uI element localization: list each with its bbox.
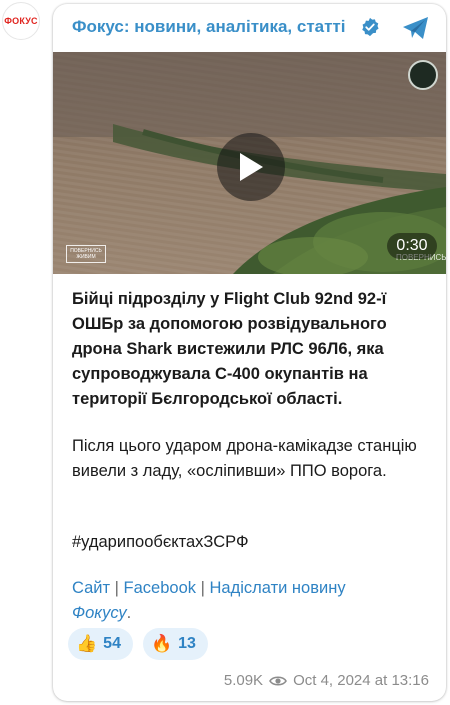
message-bold-text: Бійці підрозділу у Flight Club 92nd 92-ї… [72,290,387,408]
link-separator: | [114,579,119,597]
message-footer: 5.09K Oct 4, 2024 at 13:16 [224,672,429,689]
facebook-link[interactable]: Facebook [124,579,196,597]
channel-avatar[interactable]: ФОКУС [2,2,40,40]
send-news-link[interactable]: Надіслати новину [210,579,346,597]
message-header: Фокус: новини, аналітика, статті [53,4,446,50]
view-count: 5.09K [223,672,264,689]
post-date: Oct 4, 2024 at 13:16 [293,672,429,689]
reactions-bar: 👍 54 🔥 13 [68,628,208,660]
site-link[interactable]: Сайт [72,579,110,597]
play-icon [240,153,263,181]
link-period: . [126,604,132,622]
channel-title[interactable]: Фокус: новини, аналітика, статті [72,17,346,37]
thumbs-up-icon: 👍 [76,634,98,653]
fire-icon: 🔥 [150,634,173,653]
return-alive-logo: ПОВЕРНИСЬ ЖИВИМ [66,245,106,263]
video-duration-badge: 0:30 [387,233,437,259]
brigade-emblem [408,60,438,90]
reaction-thumbs-up[interactable]: 👍 54 [68,628,133,660]
play-button[interactable] [217,133,285,201]
fokus-link[interactable]: Фокусу [72,604,127,622]
reaction-count: 54 [103,635,121,652]
avatar-text: ФОКУС [4,16,38,26]
message-hashtag[interactable]: #ударипообєктахЗСРФ [72,530,437,555]
video-player[interactable]: ПОВЕРНИСЬ ЖИВИМ ПОВЕРНИСЬ 0:30 [53,52,446,274]
message-card: Фокус: новини, аналітика, статті ПОВЕРНИ… [53,4,446,701]
reaction-fire[interactable]: 🔥 13 [142,628,208,660]
verified-icon [362,17,379,37]
telegram-share-icon[interactable] [401,15,431,41]
reaction-count: 13 [178,635,196,652]
message-links: Сайт | Facebook | Надіслати новину Фокус… [72,576,437,626]
link-separator: | [200,579,205,597]
eye-icon [269,675,287,686]
message-paragraph: Після цього ударом дрона-камікадзе станц… [72,437,417,480]
